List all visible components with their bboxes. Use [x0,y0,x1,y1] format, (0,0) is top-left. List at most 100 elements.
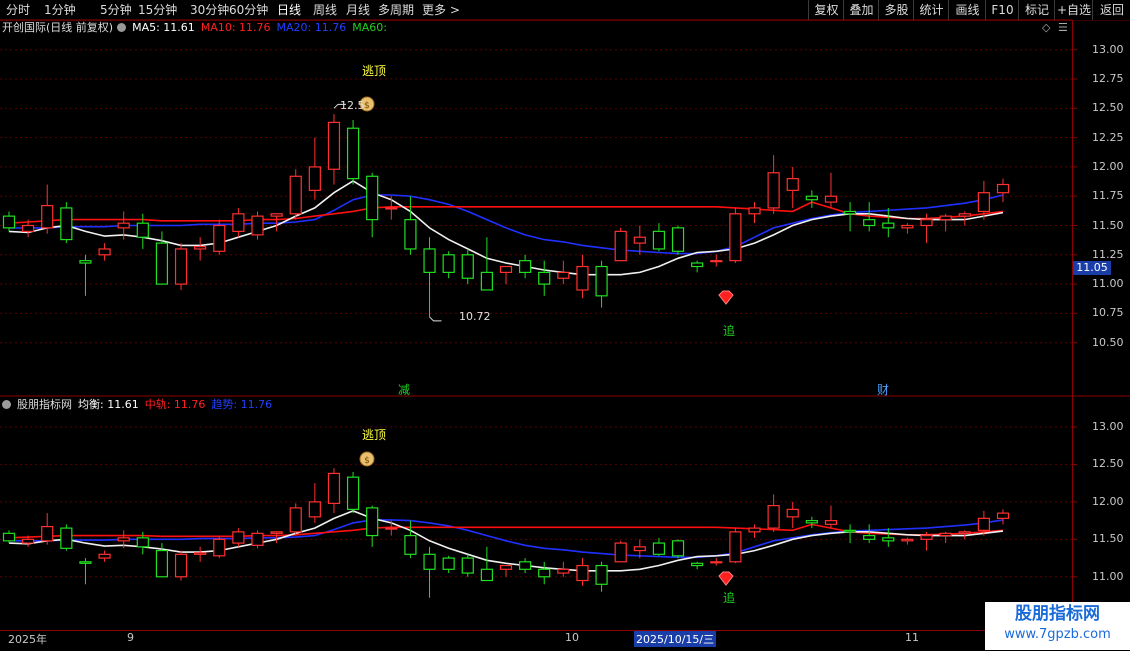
candle-body [939,215,952,221]
candle-body [251,215,264,236]
candle-body [117,222,130,229]
candle-body [289,507,302,533]
kline-chart[interactable]: $$ [0,0,1130,650]
candle-body [442,557,455,570]
candle-body [824,195,838,203]
current-price-tag: 11.05 [1073,261,1111,275]
sub-indicator: 中轨: 11.76 [144,398,206,411]
price-tick-label: 12.75 [1092,72,1124,86]
candle-body [519,260,532,273]
xaxis-label-nov: 11 [905,631,919,644]
candle-body [499,564,513,570]
candle-body [232,213,245,232]
wealth-signal: 财 [877,383,890,397]
ma-indicator: MA10: 11.76 [200,21,271,34]
candle-body [786,508,799,518]
candle-body [98,553,111,559]
price-tick-label: 11.00 [1092,277,1124,291]
candle-body [748,207,761,215]
settings-circle-icon[interactable] [117,23,127,32]
main-info-line: 开创国际(日线 前复权) MA5: 11.61 MA10: 11.76 MA20: 1… [0,20,399,36]
xaxis-label-year: 2025年 [8,633,47,646]
candle-body [939,532,952,537]
price-tick-label: 11.00 [1092,569,1124,583]
candle-body [60,527,73,549]
candle-body [863,219,876,227]
price-tick-label: 12.25 [1092,130,1124,144]
reduce-signal: 减 [398,383,411,397]
candle-body [442,254,455,273]
price-tick-label: 10.75 [1092,306,1124,320]
candle-body [996,512,1010,519]
ma-indicator: MA5: 11.61 [132,21,195,34]
sub-chase-signal: 追 [723,591,736,605]
candle-body [499,265,513,273]
candle-body [461,254,474,279]
candle-body [691,562,704,567]
sub-settings-circle-icon[interactable] [2,400,11,409]
candle-body [920,219,933,227]
candle-body [538,271,551,285]
candle-body [423,248,436,273]
sub-escape-top-signal: 逃顶 [362,428,387,442]
candle-body [614,542,627,563]
candle-body [232,531,245,544]
candle-body [385,207,398,210]
candle-body [117,537,130,542]
low-price-label: 10.72 [459,310,491,323]
candle-body [155,242,169,285]
diamond-icon[interactable]: ◇ [1042,21,1050,34]
candle-body [977,192,990,213]
candle-body [22,538,35,544]
sub-title: 股朋指标网 [17,398,72,411]
watermark-title: 股朋指标网 [1015,604,1100,624]
high-price-label: 12.5 [340,99,365,112]
candle-body [136,222,149,238]
price-tick-label: 13.00 [1092,419,1124,433]
price-tick-label: 13.00 [1092,42,1124,56]
candle-body [748,527,761,533]
candle-body [327,472,341,504]
candle-body [996,183,1010,194]
candle-body [863,534,876,540]
candle-body [366,507,379,537]
candle-body [174,248,188,285]
price-tick-label: 11.50 [1092,532,1124,546]
candle-body [920,534,933,540]
sub-red-gem-icon [718,571,734,586]
candle-body [98,248,111,256]
candle-body [213,224,226,252]
candle-body [60,207,73,241]
candle-body [41,204,54,229]
candle-body [633,236,646,244]
candle-body [519,561,532,570]
candle-body [882,537,895,542]
candle-body [614,230,627,262]
sub-indicator: 均衡: 11.61 [78,398,139,411]
candle-body [576,265,589,291]
candle-body [2,215,16,229]
candle-body [79,260,92,264]
candle-body [576,564,589,582]
watermark-url: www.7gpzb.com [1004,627,1111,642]
candle-body [308,166,321,191]
candle-body [843,529,857,533]
candle-body [767,505,780,529]
xaxis-cursor-date: 2025/10/15/三 [634,631,717,647]
candle-body [41,525,54,542]
candle-body [958,213,971,217]
price-tick-label: 11.50 [1092,218,1124,232]
main-title: 开创国际(日线 前复权) [2,21,114,34]
candle-body [423,553,436,570]
candle-body [710,561,723,564]
candle-body [557,568,570,574]
candle-body [2,532,16,542]
menu-icon[interactable]: ☰ [1058,21,1068,34]
candle-body [155,549,169,578]
candle-body [194,552,207,555]
candle-body [174,553,188,578]
candle-body [270,531,283,534]
candle-body [671,227,685,252]
candle-body [136,537,149,548]
candle-body [346,127,360,180]
